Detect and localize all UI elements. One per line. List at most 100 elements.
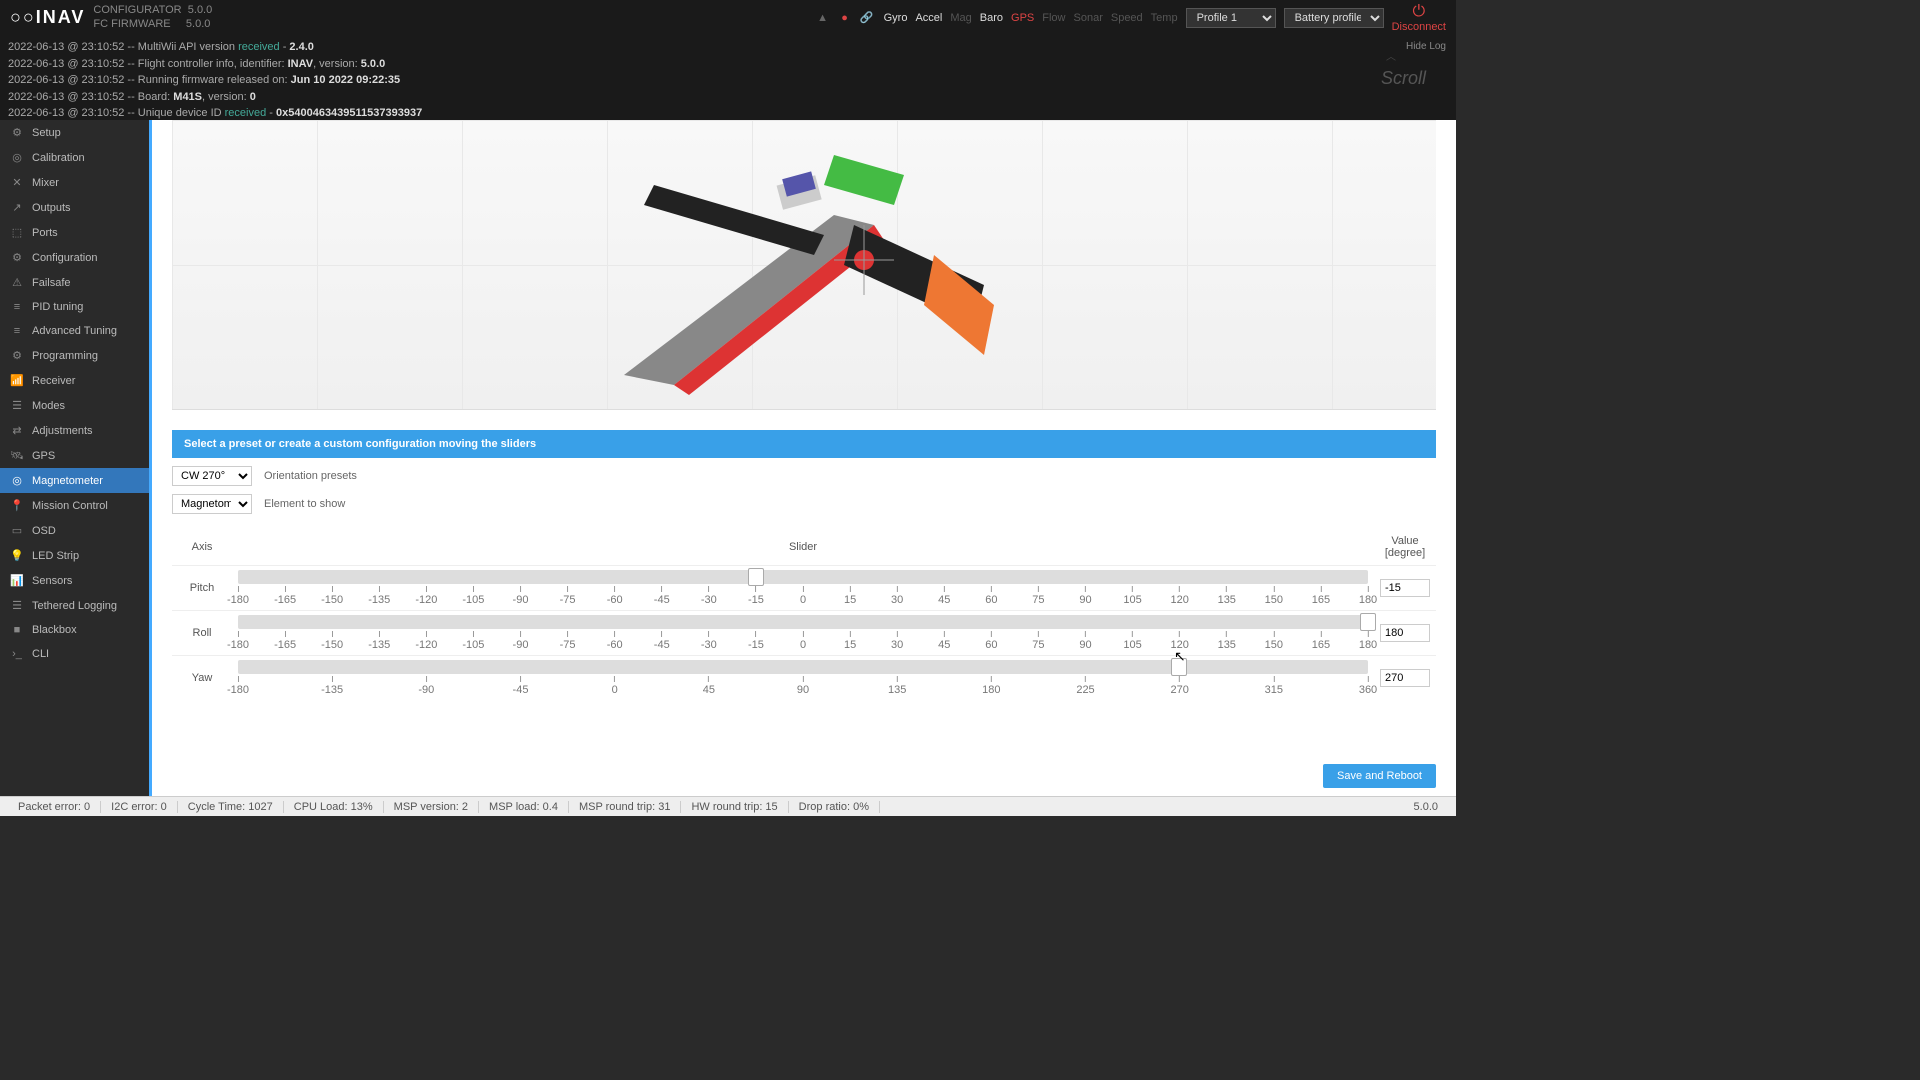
slider-thumb[interactable] bbox=[1360, 613, 1376, 631]
cycle-time: Cycle Time: 1027 bbox=[178, 801, 284, 813]
sidebar-item-setup[interactable]: ⚙ Setup bbox=[0, 120, 149, 145]
record-icon: ● bbox=[836, 9, 854, 27]
msp-roundtrip: MSP round trip: 31 bbox=[569, 801, 682, 813]
roll-value-input[interactable] bbox=[1380, 624, 1430, 642]
sidebar-item-configuration[interactable]: ⚙Configuration bbox=[0, 245, 149, 270]
sidebar-item-pid-tuning[interactable]: ≡PID tuning bbox=[0, 295, 149, 319]
app-logo: ○○INAV bbox=[10, 7, 85, 28]
yaw-slider[interactable] bbox=[238, 660, 1368, 674]
sidebar-item-outputs[interactable]: ↗ Outputs bbox=[0, 195, 149, 220]
sidebar-item-calibration[interactable]: ◎ Calibration bbox=[0, 145, 149, 170]
sidebar-icon: ⬚ bbox=[10, 226, 24, 239]
slider-row-roll: Roll-180-165-150-135-120-105-90-75-60-45… bbox=[172, 611, 1436, 656]
sidebar-label: Adjustments bbox=[32, 425, 93, 437]
sidebar-item-sensors[interactable]: 📊Sensors bbox=[0, 568, 149, 593]
sidebar-item-adjustments[interactable]: ⇄ Adjustments bbox=[0, 418, 149, 443]
axis-label: Yaw bbox=[172, 656, 232, 701]
sidebar-icon: ▭ bbox=[10, 524, 24, 537]
warning-icon: ▲ bbox=[814, 9, 832, 27]
sidebar-icon: ›_ bbox=[10, 648, 24, 660]
msp-version: MSP version: 2 bbox=[384, 801, 479, 813]
sensor-speed: Speed bbox=[1111, 12, 1143, 24]
pitch-slider[interactable] bbox=[238, 570, 1368, 584]
cpu-load: CPU Load: 13% bbox=[284, 801, 384, 813]
sidebar-icon: ☰ bbox=[10, 399, 24, 412]
sidebar-item-cli[interactable]: ›_CLI bbox=[0, 642, 149, 666]
profile-select[interactable]: Profile 1 bbox=[1186, 8, 1276, 28]
sidebar-item-magnetometer[interactable]: ◎Magnetometer bbox=[0, 468, 149, 493]
sidebar-item-ports[interactable]: ⬚ Ports bbox=[0, 220, 149, 245]
sensor-labels: Gyro Accel Mag Baro GPS Flow Sonar Speed… bbox=[884, 12, 1178, 24]
config-banner: Select a preset or create a custom confi… bbox=[172, 430, 1436, 458]
sensor-gps: GPS bbox=[1011, 12, 1034, 24]
roll-slider[interactable] bbox=[238, 615, 1368, 629]
sidebar-icon: ◎ bbox=[10, 474, 24, 487]
footer-version: 5.0.0 bbox=[1404, 801, 1448, 813]
msp-load: MSP load: 0.4 bbox=[479, 801, 569, 813]
sidebar-item-mixer[interactable]: ✕Mixer bbox=[0, 170, 149, 195]
sidebar-label: Calibration bbox=[32, 152, 85, 164]
sidebar-item-failsafe[interactable]: ⚠Failsafe bbox=[0, 270, 149, 295]
sensor-flow: Flow bbox=[1042, 12, 1065, 24]
sidebar-item-gps[interactable]: 🛰GPS bbox=[0, 443, 149, 468]
slider-thumb[interactable] bbox=[748, 568, 764, 586]
status-bar: Packet error: 0 I2C error: 0 Cycle Time:… bbox=[0, 796, 1456, 816]
sidebar-item-osd[interactable]: ▭ OSD bbox=[0, 518, 149, 543]
sidebar-item-advanced-tuning[interactable]: ≡ Advanced Tuning bbox=[0, 319, 149, 343]
orientation-preset-select[interactable]: CW 270° bbox=[172, 466, 252, 486]
sidebar-icon: ↗ bbox=[10, 201, 24, 214]
sidebar-label: Blackbox bbox=[32, 624, 77, 636]
yaw-value-input[interactable] bbox=[1380, 669, 1430, 687]
sidebar-label: Failsafe bbox=[32, 277, 71, 289]
hide-log-button[interactable]: Hide Log bbox=[1406, 39, 1446, 54]
slider-thumb[interactable] bbox=[1171, 658, 1187, 676]
save-reboot-button[interactable]: Save and Reboot bbox=[1323, 764, 1436, 788]
sidebar-label: Outputs bbox=[32, 202, 71, 214]
sidebar-icon: ⚙ bbox=[10, 251, 24, 264]
sidebar-icon: 💡 bbox=[10, 549, 24, 562]
sidebar-item-tethered-logging[interactable]: ☰Tethered Logging bbox=[0, 593, 149, 618]
sidebar-item-programming[interactable]: ⚙ Programming bbox=[0, 343, 149, 368]
sidebar-label: LED Strip bbox=[32, 550, 79, 562]
sensor-temp: Temp bbox=[1151, 12, 1178, 24]
sidebar-icon: ⇄ bbox=[10, 424, 24, 437]
app-header: ○○INAV CONFIGURATOR 5.0.0 FC FIRMWARE 5.… bbox=[0, 0, 1456, 35]
sidebar-icon: ⚙ bbox=[10, 126, 24, 139]
sidebar-item-modes[interactable]: ☰Modes bbox=[0, 393, 149, 418]
battery-profile-select[interactable]: Battery profile 1 bbox=[1284, 8, 1384, 28]
sidebar-item-mission-control[interactable]: 📍Mission Control bbox=[0, 493, 149, 518]
sidebar-item-led-strip[interactable]: 💡 LED Strip bbox=[0, 543, 149, 568]
sidebar-item-receiver[interactable]: 📶Receiver bbox=[0, 368, 149, 393]
sidebar-icon: 🛰 bbox=[10, 449, 24, 462]
sidebar: ⚙ Setup ◎ Calibration ✕Mixer ↗ Outputs ⬚ Ports ⚙C… bbox=[0, 120, 152, 796]
disconnect-button[interactable]: ⏻ Disconnect bbox=[1392, 3, 1446, 33]
sidebar-icon: ◎ bbox=[10, 151, 24, 164]
sidebar-label: Advanced Tuning bbox=[32, 325, 117, 337]
disconnect-icon: ⏻ bbox=[1392, 3, 1446, 21]
version-info: CONFIGURATOR 5.0.0 FC FIRMWARE 5.0.0 bbox=[93, 4, 212, 30]
status-icons: ▲ ● 🔗 bbox=[814, 9, 876, 27]
sidebar-label: Programming bbox=[32, 350, 98, 362]
sidebar-icon: ■ bbox=[10, 624, 24, 636]
sidebar-label: OSD bbox=[32, 525, 56, 537]
sidebar-icon: ☰ bbox=[10, 599, 24, 612]
sidebar-label: Ports bbox=[32, 227, 58, 239]
sidebar-icon: 📶 bbox=[10, 374, 24, 387]
sidebar-label: Mixer bbox=[32, 177, 59, 189]
sidebar-icon: ≡ bbox=[10, 325, 24, 337]
element-to-show-select[interactable]: Magnetometer bbox=[172, 494, 252, 514]
sensor-accel: Accel bbox=[915, 12, 942, 24]
sidebar-icon: 📍 bbox=[10, 499, 24, 512]
sensor-sonar: Sonar bbox=[1074, 12, 1103, 24]
log-panel: Hide Log ︿ Scroll 2022-06-13 @ 23:10:52 … bbox=[0, 35, 1456, 120]
sidebar-label: Setup bbox=[32, 127, 61, 139]
element-to-show-label: Element to show bbox=[264, 498, 345, 510]
content-area: Select a preset or create a custom confi… bbox=[152, 120, 1456, 796]
sidebar-item-blackbox[interactable]: ■ Blackbox bbox=[0, 618, 149, 642]
aircraft-model-view[interactable] bbox=[172, 120, 1436, 410]
sensor-mag: Mag bbox=[950, 12, 971, 24]
slider-header: Slider bbox=[232, 529, 1374, 566]
sidebar-label: PID tuning bbox=[32, 301, 83, 313]
sidebar-icon: ⚙ bbox=[10, 349, 24, 362]
pitch-value-input[interactable] bbox=[1380, 579, 1430, 597]
